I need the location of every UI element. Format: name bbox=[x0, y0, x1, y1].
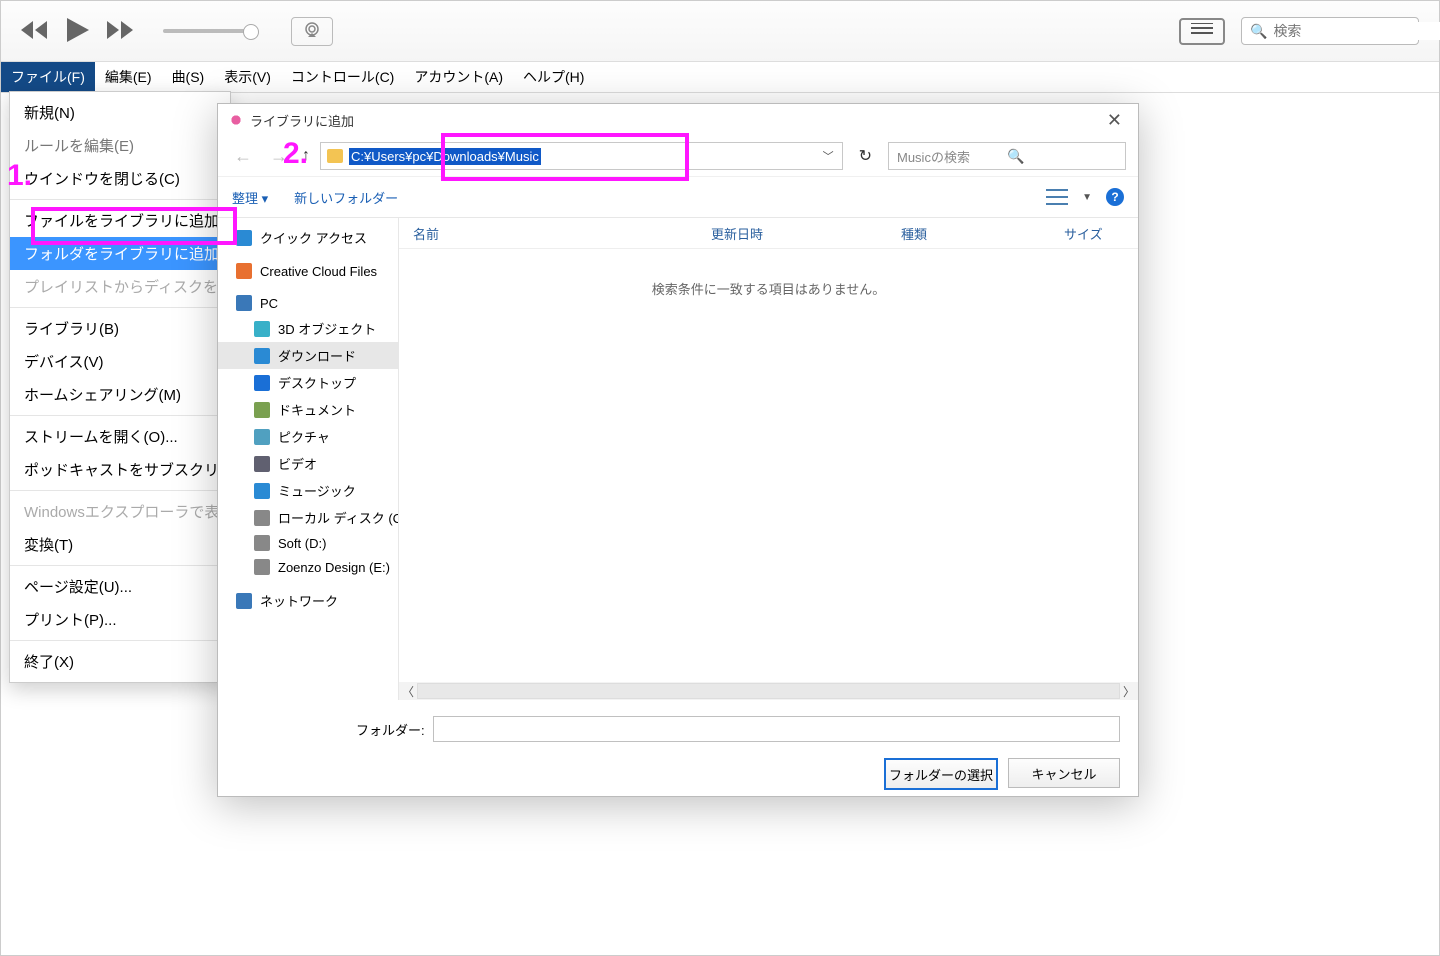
file-menu-item[interactable]: デバイス(V) bbox=[10, 345, 230, 378]
folder-icon bbox=[327, 149, 343, 163]
menu-file[interactable]: ファイル(F) bbox=[1, 62, 95, 92]
search-icon: 🔍 bbox=[1007, 148, 1117, 165]
dialog-toolbar: 整理 ▾ 新しいフォルダー ▼ ? bbox=[218, 176, 1138, 218]
itunes-icon bbox=[228, 112, 244, 128]
file-menu-item[interactable]: ファイルをライブラリに追加(A bbox=[10, 204, 230, 237]
file-menu-item[interactable]: フォルダをライブラリに追加(D bbox=[10, 237, 230, 270]
next-button[interactable] bbox=[107, 21, 135, 42]
tree-item[interactable]: ネットワーク bbox=[218, 587, 398, 614]
horizontal-scrollbar[interactable]: 〈 〉 bbox=[399, 682, 1138, 700]
select-folder-button[interactable]: フォルダーの選択 bbox=[884, 758, 998, 790]
tree-item[interactable]: Soft (D:) bbox=[218, 531, 398, 555]
menu-help[interactable]: ヘルプ(H) bbox=[513, 62, 594, 92]
dialog-titlebar: ライブラリに追加 ✕ bbox=[218, 104, 1138, 136]
tree-item[interactable]: ミュージック bbox=[218, 477, 398, 504]
file-menu-item[interactable]: ウインドウを閉じる(C) bbox=[10, 162, 230, 195]
file-menu-item[interactable]: 終了(X) bbox=[10, 645, 230, 678]
menu-account[interactable]: アカウント(A) bbox=[404, 62, 513, 92]
tree-item[interactable]: ビデオ bbox=[218, 450, 398, 477]
tree-item[interactable]: 3D オブジェクト bbox=[218, 315, 398, 342]
nav-back-button[interactable]: ← bbox=[230, 146, 256, 167]
play-button[interactable] bbox=[67, 18, 89, 45]
file-menu-dropdown: 新規(N)ルールを編集(E)ウインドウを閉じる(C) ファイルをライブラリに追加(… bbox=[9, 91, 231, 683]
file-menu-item[interactable]: 変換(T) bbox=[10, 528, 230, 561]
menubar: ファイル(F) 編集(E) 曲(S) 表示(V) コントロール(C) アカウント… bbox=[1, 62, 1439, 93]
player-toolbar: 🔍 bbox=[1, 1, 1439, 62]
file-list-pane: 名前 更新日時 種類 サイズ 検索条件に一致する項目はありません。 〈 〉 bbox=[399, 218, 1138, 700]
dialog-footer: フォルダー: フォルダーの選択 キャンセル bbox=[218, 700, 1138, 806]
new-folder-button[interactable]: 新しいフォルダー bbox=[294, 188, 398, 207]
itunes-window: — ☐ ✕ 🔍 ファイル(F) 編集(E) 曲(S) 表示(V) コントロール(… bbox=[0, 0, 1440, 956]
tree-item[interactable]: ダウンロード bbox=[218, 342, 398, 369]
col-name[interactable]: 名前 bbox=[399, 224, 697, 243]
menu-edit[interactable]: 編集(E) bbox=[95, 62, 162, 92]
previous-button[interactable] bbox=[21, 21, 49, 42]
annotation-2: 2. bbox=[283, 137, 308, 171]
file-menu-item[interactable]: ホームシェアリング(M) bbox=[10, 378, 230, 411]
menu-control[interactable]: コントロール(C) bbox=[281, 62, 404, 92]
col-size[interactable]: サイズ bbox=[1050, 224, 1138, 243]
column-headers: 名前 更新日時 種類 サイズ bbox=[399, 218, 1138, 249]
file-menu-item[interactable]: プリント(P)... bbox=[10, 603, 230, 636]
cancel-button[interactable]: キャンセル bbox=[1008, 758, 1120, 788]
playback-controls bbox=[21, 17, 333, 46]
volume-slider[interactable] bbox=[163, 29, 253, 33]
dialog-search-box[interactable]: Musicの検索 🔍 bbox=[888, 142, 1126, 170]
col-type[interactable]: 種類 bbox=[887, 224, 1050, 243]
col-date[interactable]: 更新日時 bbox=[697, 224, 887, 243]
airplay-button[interactable] bbox=[291, 17, 333, 46]
tree-item[interactable]: ローカル ディスク (C:) bbox=[218, 504, 398, 531]
tree-item[interactable]: デスクトップ bbox=[218, 369, 398, 396]
scroll-left-icon[interactable]: 〈 bbox=[399, 683, 417, 700]
tree-item[interactable]: ピクチャ bbox=[218, 423, 398, 450]
search-input[interactable] bbox=[1271, 22, 1440, 40]
address-dropdown-icon[interactable]: ﹀ bbox=[815, 148, 842, 164]
scroll-right-icon[interactable]: 〉 bbox=[1120, 683, 1138, 700]
tree-item[interactable]: Zoenzo Design (E:) bbox=[218, 555, 398, 579]
folder-label: フォルダー: bbox=[356, 720, 425, 739]
scroll-track[interactable] bbox=[417, 683, 1120, 699]
empty-message: 検索条件に一致する項目はありません。 bbox=[399, 249, 1138, 298]
tree-item[interactable]: Creative Cloud Files bbox=[218, 259, 398, 283]
tree-item[interactable]: PC bbox=[218, 291, 398, 315]
refresh-button[interactable]: ↻ bbox=[853, 146, 878, 166]
file-menu-item[interactable]: ポッドキャストをサブスクリプ bbox=[10, 453, 230, 486]
file-menu-item[interactable]: ページ設定(U)... bbox=[10, 570, 230, 603]
address-bar[interactable]: C:¥Users¥pc¥Downloads¥Music ﹀ bbox=[320, 142, 843, 170]
annotation-1: 1. bbox=[7, 159, 32, 193]
view-options-button[interactable] bbox=[1046, 189, 1068, 205]
search-box[interactable]: 🔍 bbox=[1241, 17, 1419, 45]
dialog-title: ライブラリに追加 bbox=[250, 111, 354, 130]
tree-item[interactable]: クイック アクセス bbox=[218, 224, 398, 251]
dialog-close-button[interactable]: ✕ bbox=[1101, 110, 1128, 131]
dialog-search-placeholder: Musicの検索 bbox=[897, 147, 1007, 166]
file-menu-item[interactable]: ストリームを開く(O)... bbox=[10, 420, 230, 453]
file-menu-item: プレイリストからディスクを作 bbox=[10, 270, 230, 303]
menu-song[interactable]: 曲(S) bbox=[162, 62, 215, 92]
add-to-library-dialog: ライブラリに追加 ✕ ← → ↑ C:¥Users¥pc¥Downloads¥M… bbox=[217, 103, 1139, 797]
list-view-button[interactable] bbox=[1179, 18, 1225, 45]
tree-item[interactable]: ドキュメント bbox=[218, 396, 398, 423]
file-menu-item: Windowsエクスプローラで表 bbox=[10, 495, 230, 528]
file-menu-item[interactable]: ライブラリ(B) bbox=[10, 312, 230, 345]
address-path: C:¥Users¥pc¥Downloads¥Music bbox=[349, 148, 541, 165]
search-icon: 🔍 bbox=[1250, 23, 1267, 40]
help-button[interactable]: ? bbox=[1106, 188, 1124, 206]
file-menu-item[interactable]: 新規(N) bbox=[10, 96, 230, 129]
chevron-down-icon[interactable]: ▼ bbox=[1082, 192, 1092, 203]
menu-view[interactable]: 表示(V) bbox=[214, 62, 281, 92]
organize-button[interactable]: 整理 ▾ bbox=[232, 188, 268, 207]
dialog-navbar: ← → ↑ C:¥Users¥pc¥Downloads¥Music ﹀ ↻ Mu… bbox=[218, 136, 1138, 176]
folder-tree: クイック アクセス Creative Cloud Files PC3D オブジェクト… bbox=[218, 218, 399, 700]
folder-input[interactable] bbox=[433, 716, 1120, 742]
file-menu-item[interactable]: ルールを編集(E) bbox=[10, 129, 230, 162]
